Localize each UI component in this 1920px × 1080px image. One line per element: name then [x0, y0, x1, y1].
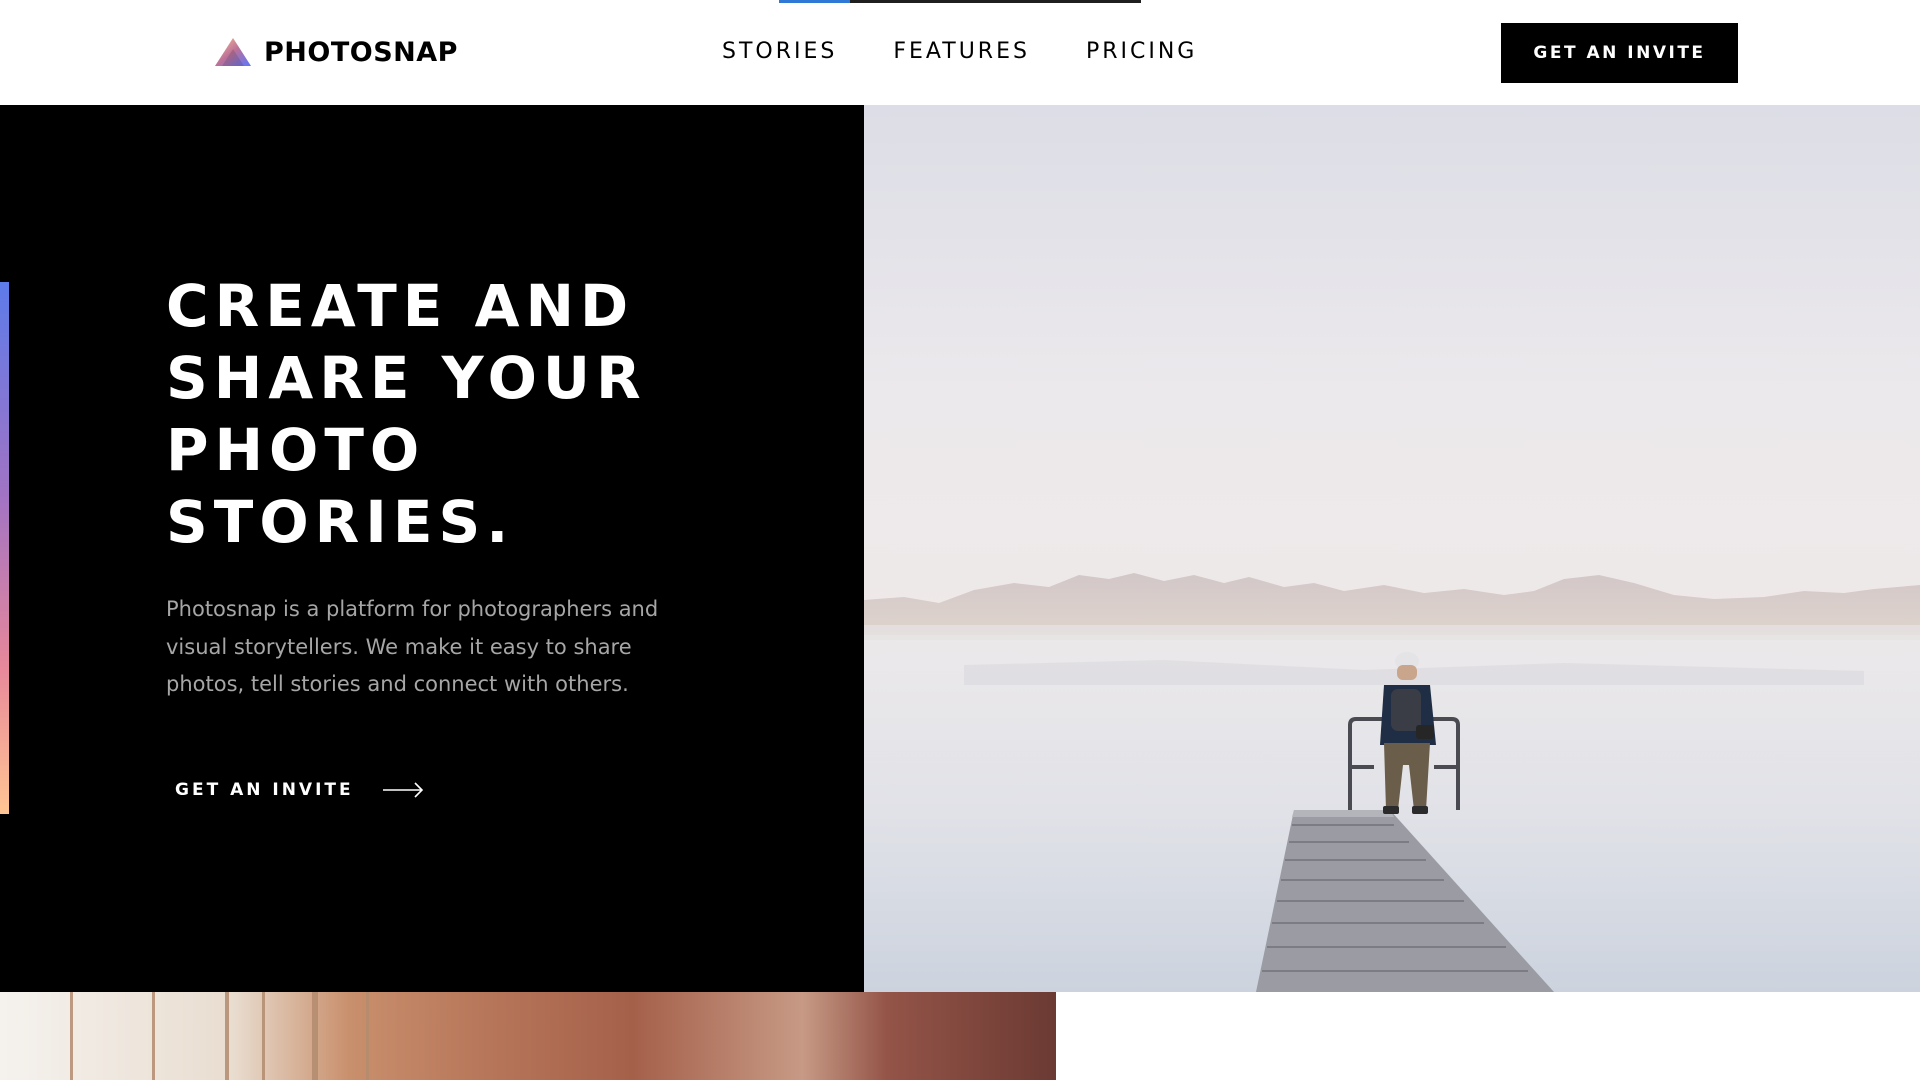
- logo-link[interactable]: PHOTOSNAP: [214, 35, 458, 69]
- cord-shape: [262, 992, 265, 1080]
- cord-shape: [225, 992, 229, 1080]
- triangle-logo-icon: [215, 38, 251, 66]
- site-header: PHOTOSNAP STORIES FEATURES PRICING GET A…: [0, 0, 1920, 105]
- hero-title-line-4: STORIES.: [166, 488, 515, 556]
- hero-title-line-2: SHARE YOUR: [166, 344, 647, 412]
- next-section-image: [0, 992, 1056, 1080]
- hero-title-line-3: PHOTO: [166, 416, 426, 484]
- arrow-right-icon: [382, 782, 423, 798]
- hero-description: Photosnap is a platform for photographer…: [166, 597, 659, 696]
- hero-get-invite-link[interactable]: GET AN INVITE: [175, 780, 424, 800]
- nav-scroll-indicator: [779, 0, 1141, 3]
- header-get-invite-button[interactable]: GET AN INVITE: [1501, 23, 1738, 83]
- page: PHOTOSNAP STORIES FEATURES PRICING GET A…: [0, 0, 1920, 1080]
- nav-scroll-thumb[interactable]: [779, 0, 850, 3]
- accent-gradient-bar: [0, 282, 9, 814]
- cord-shape: [366, 992, 369, 1080]
- main-nav: STORIES FEATURES PRICING: [722, 36, 1197, 68]
- hero-title: CREATE AND SHARE YOUR PHOTO STORIES.: [166, 270, 726, 558]
- hero-title-line-1: CREATE AND: [166, 272, 635, 340]
- nav-stories-link[interactable]: STORIES: [722, 36, 837, 68]
- cord-shape: [70, 992, 73, 1080]
- nav-features-link[interactable]: FEATURES: [893, 36, 1030, 68]
- cord-shape: [152, 992, 155, 1080]
- person-on-pier-image: [864, 105, 1920, 992]
- hero-cta-label: GET AN INVITE: [175, 780, 354, 800]
- nav-pricing-link[interactable]: PRICING: [1086, 36, 1197, 68]
- cord-shape: [312, 992, 318, 1080]
- brand-name: PHOTOSNAP: [264, 36, 458, 68]
